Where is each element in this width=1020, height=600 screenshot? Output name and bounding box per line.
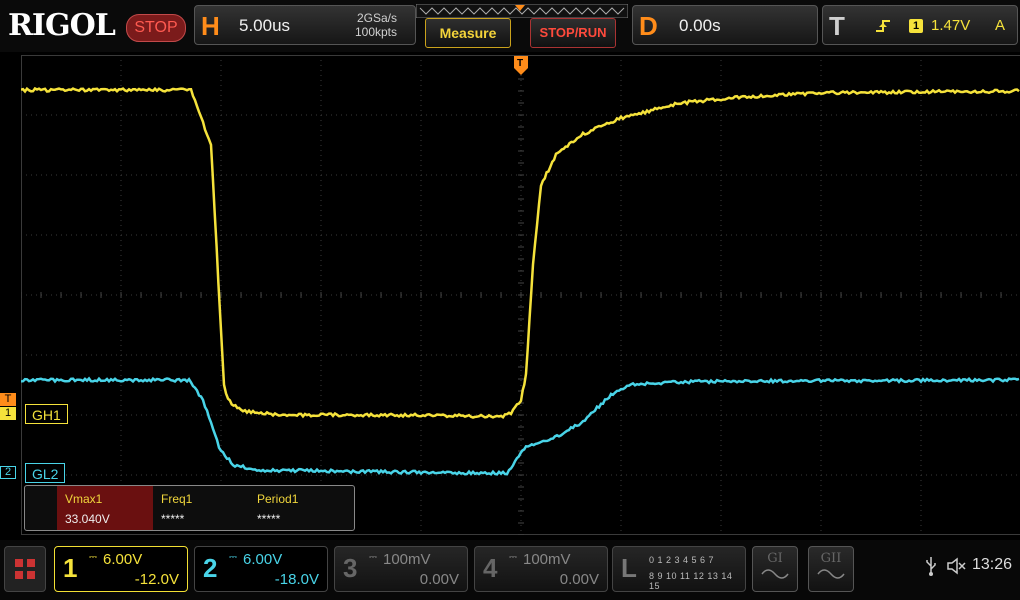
ch3-scale: 100mV (383, 551, 431, 568)
speaker-muted-icon[interactable] (946, 557, 966, 575)
trigger-time-letter: T (517, 58, 523, 69)
delay-panel[interactable]: D 0.00s (632, 5, 818, 45)
measurement-panel[interactable]: Vmax1 33.040V Freq1 ***** Period1 ***** (24, 485, 355, 531)
ch1-settings[interactable]: 1 ⎓ 6.00V -12.0V (54, 546, 188, 592)
memory-depth: 100kpts (355, 26, 397, 39)
ch2-offset: -18.0V (275, 571, 319, 588)
ch1-scale: 6.00V (103, 551, 142, 568)
ch3-number: 3 (343, 553, 357, 584)
sine-wave-icon (816, 566, 846, 580)
rising-edge-icon (875, 18, 891, 34)
stop-run-button[interactable]: STOP/RUN (530, 18, 616, 48)
ch4-number: 4 (483, 553, 497, 584)
trigger-letter: T (829, 11, 845, 42)
main-menu-button[interactable] (4, 546, 46, 592)
ch3-settings[interactable]: 3 ⎓ 100mV 0.00V (334, 546, 468, 592)
trigger-source-badge: 1 (909, 19, 923, 33)
delay-letter: D (639, 11, 658, 42)
ch1-offset-marker[interactable]: 1 (0, 407, 16, 420)
trigger-panel[interactable]: T 1 1.47V A (822, 5, 1018, 45)
dc-coupling-icon: ⎓ (369, 552, 377, 563)
clock-time: 13:26 (972, 556, 1012, 574)
logic-analyzer-settings[interactable]: L 0 1 2 3 4 5 6 7 8 9 10 11 12 13 14 15 (612, 546, 746, 592)
logic-bits-row1: 0 1 2 3 4 5 6 7 (649, 555, 714, 565)
sine-wave-icon (760, 566, 790, 580)
ch1-waveform (21, 89, 1019, 418)
measurement-freq[interactable]: Freq1 ***** (153, 486, 249, 530)
top-bar: RIGOL STOP H 5.00us 2GSa/s 100kpts Measu… (0, 0, 1020, 52)
ch2-offset-marker[interactable]: 2 (0, 466, 16, 479)
trigger-level: 1.47V (931, 17, 970, 34)
run-state-badge[interactable]: STOP (126, 14, 186, 42)
measurement-value: ***** (257, 512, 280, 526)
trigger-level-marker[interactable]: T (0, 393, 16, 406)
measurement-name: Freq1 (161, 492, 192, 506)
graticule (21, 55, 1020, 535)
ch2-label: GL2 (25, 463, 65, 483)
generator2-label: GII (809, 551, 853, 566)
ch4-offset: 0.00V (560, 571, 599, 588)
dc-coupling-icon: ⎓ (509, 552, 517, 563)
measurement-value: 33.040V (65, 512, 110, 526)
ch1-offset: -12.0V (135, 571, 179, 588)
ch3-offset: 0.00V (420, 571, 459, 588)
timebase-value: 5.00us (239, 16, 290, 36)
brand-logo: RIGOL (8, 8, 115, 43)
ch4-settings[interactable]: 4 ⎓ 100mV 0.00V (474, 546, 608, 592)
logic-letter: L (621, 553, 637, 584)
delay-value: 0.00s (679, 16, 721, 36)
ch2-scale: 6.00V (243, 551, 282, 568)
logic-bits-row2: 8 9 10 11 12 13 14 15 (649, 571, 745, 591)
usb-icon (924, 556, 938, 576)
trigger-mode: A (995, 17, 1005, 34)
ch1-label: GH1 (25, 404, 68, 424)
horizontal-letter: H (201, 11, 220, 42)
sample-rate: 2GSa/s (357, 12, 397, 25)
generator1-button[interactable]: GI (752, 546, 798, 592)
measurement-period[interactable]: Period1 ***** (249, 486, 345, 530)
measurement-name: Vmax1 (65, 492, 102, 506)
generator1-label: GI (753, 551, 797, 566)
measurement-value: ***** (161, 512, 184, 526)
ch2-settings[interactable]: 2 ⎓ 6.00V -18.0V (194, 546, 328, 592)
measurement-name: Period1 (257, 492, 298, 506)
measure-button[interactable]: Measure (425, 18, 511, 48)
dc-coupling-icon: ⎓ (89, 552, 97, 563)
waveform-display[interactable] (21, 55, 1020, 535)
measurement-vmax[interactable]: Vmax1 33.040V (57, 486, 153, 530)
horizontal-panel[interactable]: H 5.00us 2GSa/s 100kpts (194, 5, 416, 45)
memory-overview (416, 4, 628, 18)
ch4-scale: 100mV (523, 551, 571, 568)
ch1-number: 1 (63, 553, 77, 584)
dc-coupling-icon: ⎓ (229, 552, 237, 563)
ch2-waveform (21, 379, 1019, 475)
ch2-number: 2 (203, 553, 217, 584)
generator2-button[interactable]: GII (808, 546, 854, 592)
